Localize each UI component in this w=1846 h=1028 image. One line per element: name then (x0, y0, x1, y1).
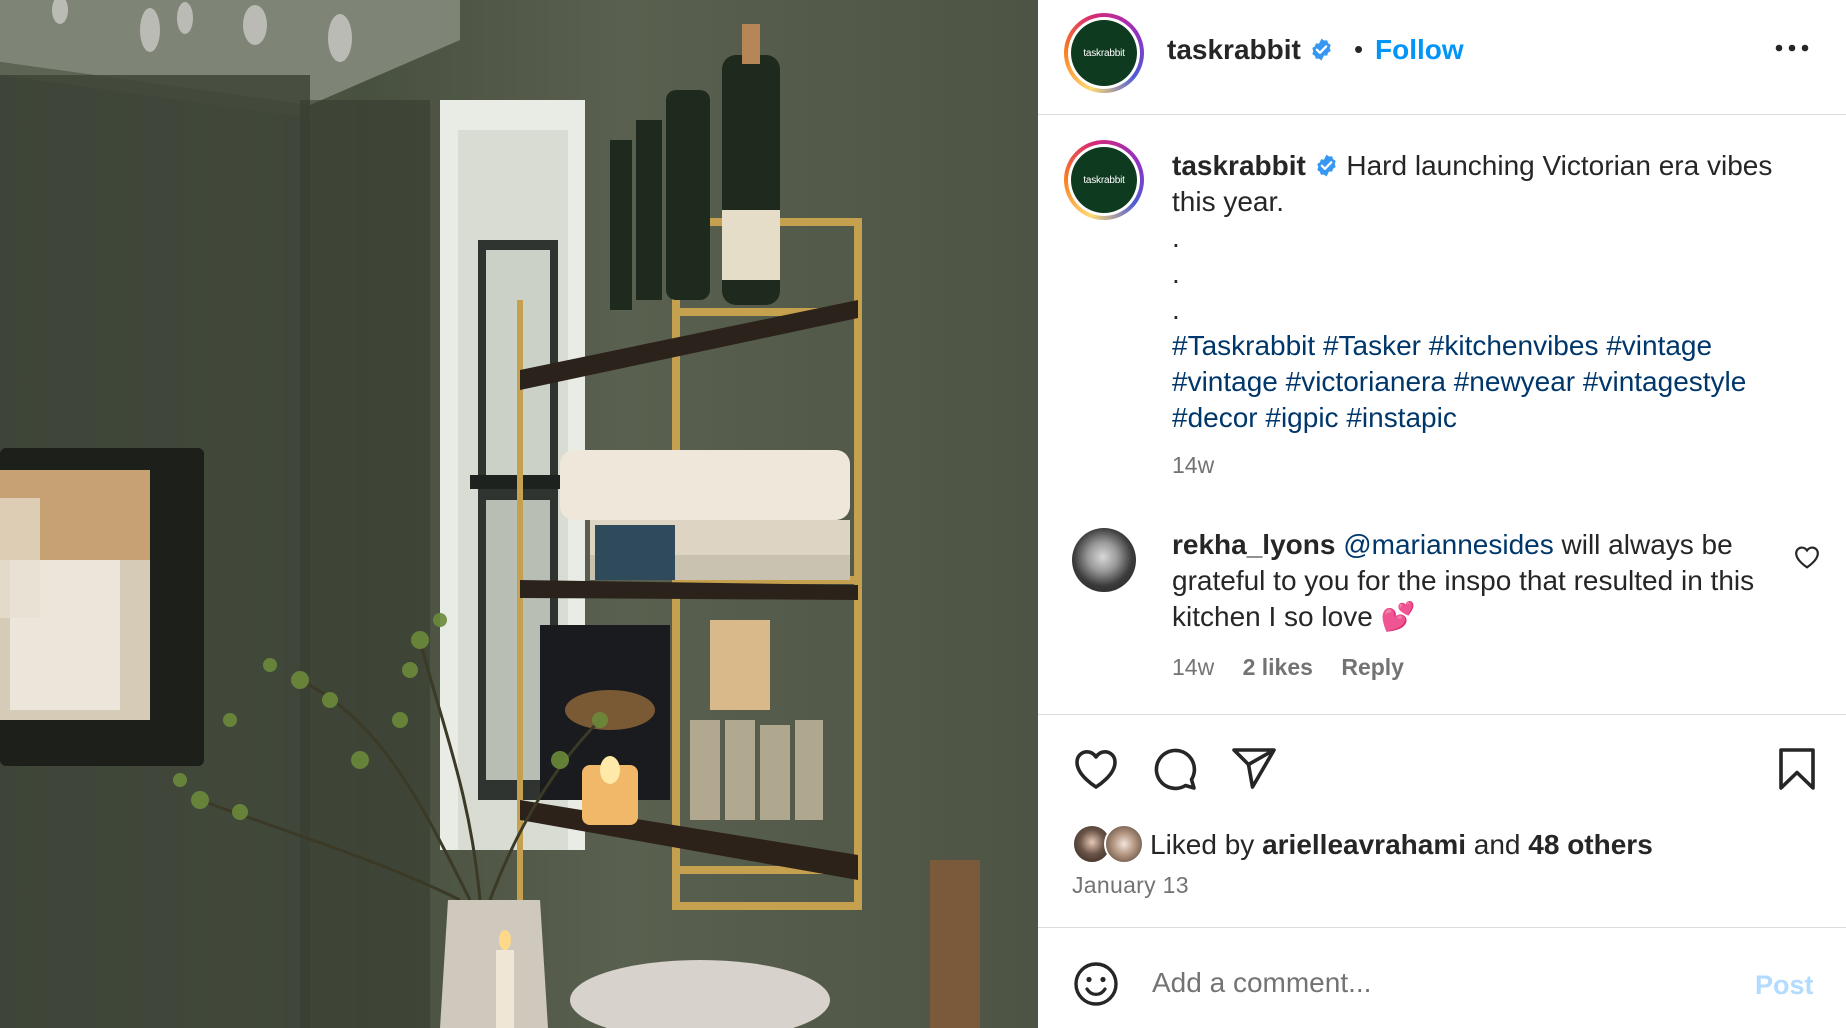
comment-timestamp[interactable]: 14w (1172, 654, 1214, 680)
comment-likes-count[interactable]: 2 likes (1243, 654, 1313, 680)
bookmark-icon[interactable] (1773, 745, 1821, 793)
avatar-logo-text: taskrabbit (1071, 20, 1137, 86)
post-comment-button[interactable]: Post (1755, 970, 1814, 1001)
header-username-text[interactable]: taskrabbit (1167, 34, 1301, 65)
caption-dot: . (1172, 222, 1180, 253)
add-comment-bar: Post (1038, 927, 1846, 1028)
caption-dot: . (1172, 294, 1180, 325)
actions-divider (1038, 714, 1846, 715)
liked-by-prefix: Liked by (1150, 829, 1255, 860)
caption-dot: . (1172, 258, 1180, 289)
liker-avatars[interactable] (1072, 824, 1148, 866)
commenter-avatar[interactable] (1072, 528, 1136, 592)
follow-button[interactable]: Follow (1375, 34, 1464, 66)
photo-scene (0, 0, 980, 1028)
verified-badge-icon (1311, 38, 1331, 61)
caption-hashtags[interactable]: #Taskrabbit #Tasker #kitchenvibes #vinta… (1172, 328, 1812, 436)
caption-avatar[interactable]: taskrabbit (1064, 140, 1144, 220)
comment-bubble-icon[interactable] (1151, 745, 1199, 793)
verified-badge-icon (1316, 154, 1336, 177)
post-photo[interactable] (0, 0, 1038, 1028)
comment-reply-button[interactable]: Reply (1341, 654, 1404, 680)
post-header: taskrabbit taskrabbit • Follow (1038, 0, 1846, 115)
header-separator: • (1354, 34, 1364, 64)
comment-like-heart-icon[interactable] (1794, 545, 1820, 569)
liked-by-summary: Liked by arielleavrahami and 48 others (1150, 829, 1653, 861)
more-options-icon[interactable] (1774, 42, 1810, 54)
liked-by-joiner: and (1473, 829, 1521, 860)
paper-plane-icon[interactable] (1230, 745, 1278, 793)
comment-text-block: rekha_lyons @mariannesides will always b… (1172, 527, 1772, 635)
comment-mention[interactable]: @mariannesides (1343, 529, 1554, 560)
emoji-icon[interactable] (1072, 960, 1120, 1008)
caption-timestamp[interactable]: 14w (1172, 452, 1214, 479)
account-avatar[interactable]: taskrabbit (1064, 13, 1144, 93)
comment-meta: 14w 2 likes Reply (1172, 654, 1426, 681)
caption-username[interactable]: taskrabbit (1172, 150, 1306, 181)
post-date[interactable]: January 13 (1072, 872, 1189, 899)
liked-by-others-count[interactable]: 48 others (1528, 829, 1653, 860)
comment-input[interactable] (1152, 958, 1712, 1008)
caption-text-block: taskrabbit Hard launching Victorian era … (1172, 148, 1812, 436)
post-details-panel: taskrabbit taskrabbit • Follow taskrabbi… (1038, 0, 1846, 1028)
header-username[interactable]: taskrabbit (1167, 34, 1334, 66)
caption-avatar-logo-text: taskrabbit (1071, 147, 1137, 213)
liker-avatar (1104, 824, 1144, 864)
comment-username[interactable]: rekha_lyons (1172, 529, 1335, 560)
liked-by-username[interactable]: arielleavrahami (1262, 829, 1466, 860)
heart-icon[interactable] (1072, 745, 1120, 793)
